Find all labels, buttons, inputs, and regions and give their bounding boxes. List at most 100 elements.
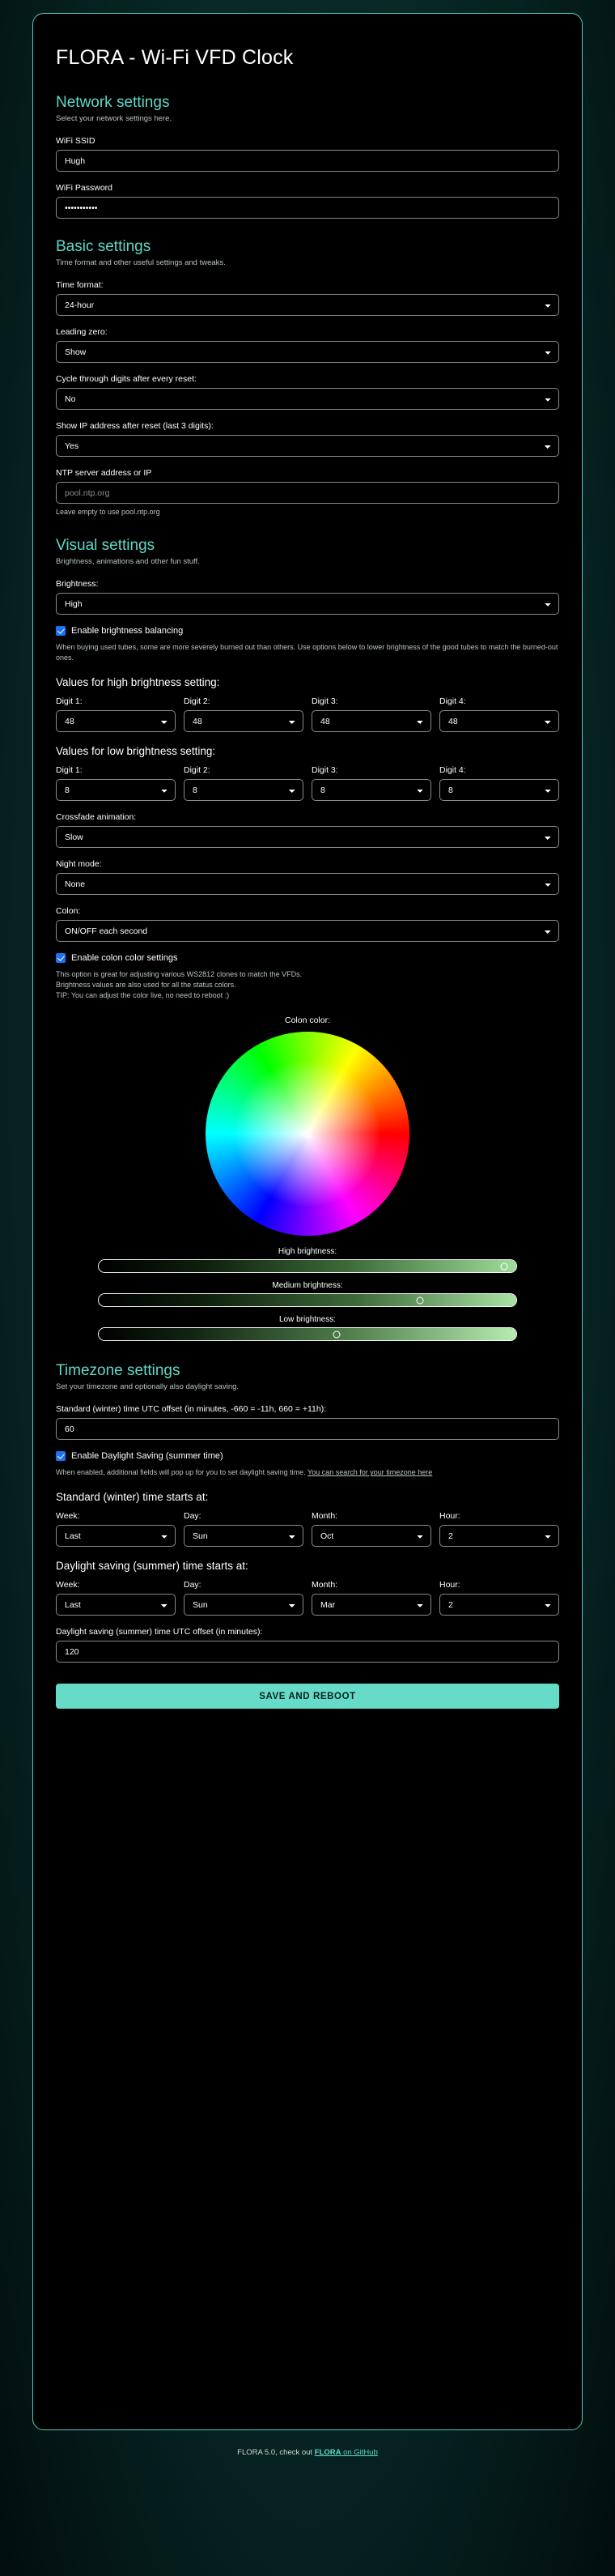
label-wifi-password: WiFi Password <box>56 183 113 193</box>
label-high-digit-1: Digit 1: <box>56 696 83 707</box>
digit-field: Digit 1: 8 <box>56 765 176 802</box>
tz-field: Week: Last <box>56 1511 176 1548</box>
high-digit-2-select[interactable]: 48 <box>184 710 303 733</box>
select-wrap-brightness: High <box>56 593 559 615</box>
digit-field: Digit 2: 48 <box>184 696 303 733</box>
color-wheel-handle[interactable] <box>303 1129 312 1139</box>
hint-colon-color: This option is great for adjusting vario… <box>56 969 559 1001</box>
hint-text: When enabled, additional fields will pop… <box>56 1468 308 1477</box>
label-low-digit-2: Digit 2: <box>184 765 210 776</box>
label-standard-week: Week: <box>56 1511 80 1522</box>
section-sub-basic: Time format and other useful settings an… <box>56 258 226 267</box>
section-sub-visual: Brightness, animations and other fun stu… <box>56 557 200 567</box>
field-night-mode: Night mode: None <box>56 859 559 896</box>
checkbox-row-colon-color[interactable]: Enable colon color settings <box>56 953 559 964</box>
wifi-ssid-input[interactable] <box>56 150 559 172</box>
low-digit-1-select[interactable]: 8 <box>56 779 176 802</box>
dst-day-select[interactable]: Sun <box>184 1594 303 1616</box>
dst-week-select[interactable]: Last <box>56 1594 176 1616</box>
digit-field: Digit 3: 8 <box>312 765 431 802</box>
tz-field: Month: Mar <box>312 1580 431 1616</box>
subheading-high-brightness: Values for high brightness setting: <box>56 676 220 689</box>
label-high-digit-2: Digit 2: <box>184 696 210 707</box>
low-digit-3-select[interactable]: 8 <box>312 779 431 802</box>
checkbox-icon[interactable] <box>56 1451 66 1462</box>
checkbox-row-brightness-balancing[interactable]: Enable brightness balancing <box>56 626 559 637</box>
label-dst-month: Month: <box>312 1580 338 1590</box>
field-wifi-password: WiFi Password <box>56 183 559 219</box>
section-sub-timezone: Set your timezone and optionally also da… <box>56 1382 240 1392</box>
standard-week-select[interactable]: Last <box>56 1525 176 1548</box>
high-digit-1-select[interactable]: 48 <box>56 710 176 733</box>
crossfade-select[interactable]: Slow <box>56 826 559 849</box>
dst-time-grid: Week: Last Day: Sun Month: Mar Hour: 2 <box>56 1580 559 1616</box>
standard-hour-select[interactable]: 2 <box>439 1525 559 1548</box>
slider-track <box>99 1294 516 1307</box>
label-slider-medium: Medium brightness: <box>272 1281 343 1291</box>
slider-high-brightness[interactable] <box>98 1259 517 1274</box>
dst-offset-input[interactable] <box>56 1641 559 1663</box>
save-and-reboot-button[interactable]: SAVE AND REBOOT <box>56 1684 559 1710</box>
label-colon: Colon: <box>56 906 81 917</box>
field-colon: Colon: ON/OFF each second <box>56 906 559 943</box>
field-utc-offset: Standard (winter) time UTC offset (in mi… <box>56 1404 559 1441</box>
low-digit-2-select[interactable]: 8 <box>184 779 303 802</box>
night-mode-select[interactable]: None <box>56 873 559 896</box>
hint-daylight-saving: When enabled, additional fields will pop… <box>56 1467 559 1478</box>
timezone-search-link[interactable]: You can search for your timezone here <box>308 1468 432 1476</box>
label-wifi-ssid: WiFi SSID <box>56 136 95 146</box>
slider-handle[interactable] <box>416 1297 424 1305</box>
leading-zero-select[interactable]: Show <box>56 341 559 363</box>
hint-line-1: This option is great for adjusting vario… <box>56 970 303 979</box>
subheading-standard-time: Standard (winter) time starts at: <box>56 1491 209 1504</box>
low-digit-4-select[interactable]: 8 <box>439 779 559 802</box>
ntp-server-input[interactable] <box>56 482 559 504</box>
label-dst-offset: Daylight saving (summer) time UTC offset… <box>56 1627 263 1637</box>
label-standard-hour: Hour: <box>439 1511 460 1522</box>
label-colon-color-picker: Colon color: <box>284 1015 331 1026</box>
brightness-select[interactable]: High <box>56 593 559 615</box>
digit-field: Digit 2: 8 <box>184 765 303 802</box>
dst-month-select[interactable]: Mar <box>312 1594 431 1616</box>
color-wheel[interactable] <box>206 1032 409 1237</box>
show-ip-select[interactable]: Yes <box>56 435 559 457</box>
page-wrapper: FLORA - Wi-Fi VFD Clock Network settings… <box>0 0 615 2478</box>
section-heading-visual: Visual settings <box>56 537 155 555</box>
tz-field: Month: Oct <box>312 1511 431 1548</box>
time-format-select[interactable]: 24-hour <box>56 294 559 316</box>
slider-handle[interactable] <box>500 1262 508 1271</box>
footer: FLORA 5.0, check out FLORA on GitHub <box>32 2430 583 2478</box>
digit-field: Digit 3: 48 <box>312 696 431 733</box>
tz-field: Day: Sun <box>184 1511 303 1548</box>
utc-offset-input[interactable] <box>56 1418 559 1441</box>
field-brightness: Brightness: High <box>56 579 559 615</box>
cycle-digits-select[interactable]: No <box>56 388 559 410</box>
checkbox-icon[interactable] <box>56 626 66 637</box>
hint-line-3: TIP: You can adjust the color live, no n… <box>56 991 230 1000</box>
high-digit-3-select[interactable]: 48 <box>312 710 431 733</box>
github-link[interactable]: FLORA on GitHub <box>315 2448 378 2457</box>
slider-handle[interactable] <box>333 1331 341 1339</box>
slider-low-brightness[interactable] <box>98 1327 517 1342</box>
checkbox-icon[interactable] <box>56 953 66 964</box>
digit-field: Digit 4: 48 <box>439 696 559 733</box>
field-cycle-digits: Cycle through digits after every reset: … <box>56 374 559 410</box>
hint-ntp-server: Leave empty to use pool.ntp.org <box>56 508 160 516</box>
section-sub-network: Select your network settings here. <box>56 114 172 123</box>
checkbox-label-brightness-balancing: Enable brightness balancing <box>71 626 184 637</box>
dst-hour-select[interactable]: 2 <box>439 1594 559 1616</box>
label-crossfade: Crossfade animation: <box>56 812 137 823</box>
standard-month-select[interactable]: Oct <box>312 1525 431 1548</box>
label-time-format: Time format: <box>56 280 104 290</box>
label-utc-offset: Standard (winter) time UTC offset (in mi… <box>56 1404 327 1415</box>
label-slider-high: High brightness: <box>278 1247 337 1257</box>
standard-day-select[interactable]: Sun <box>184 1525 303 1548</box>
high-digit-4-select[interactable]: 48 <box>439 710 559 733</box>
colon-select[interactable]: ON/OFF each second <box>56 920 559 943</box>
wifi-password-input[interactable] <box>56 197 559 219</box>
checkbox-row-daylight-saving[interactable]: Enable Daylight Saving (summer time) <box>56 1451 559 1462</box>
slider-track <box>99 1260 516 1273</box>
slider-medium-brightness[interactable] <box>98 1293 517 1308</box>
